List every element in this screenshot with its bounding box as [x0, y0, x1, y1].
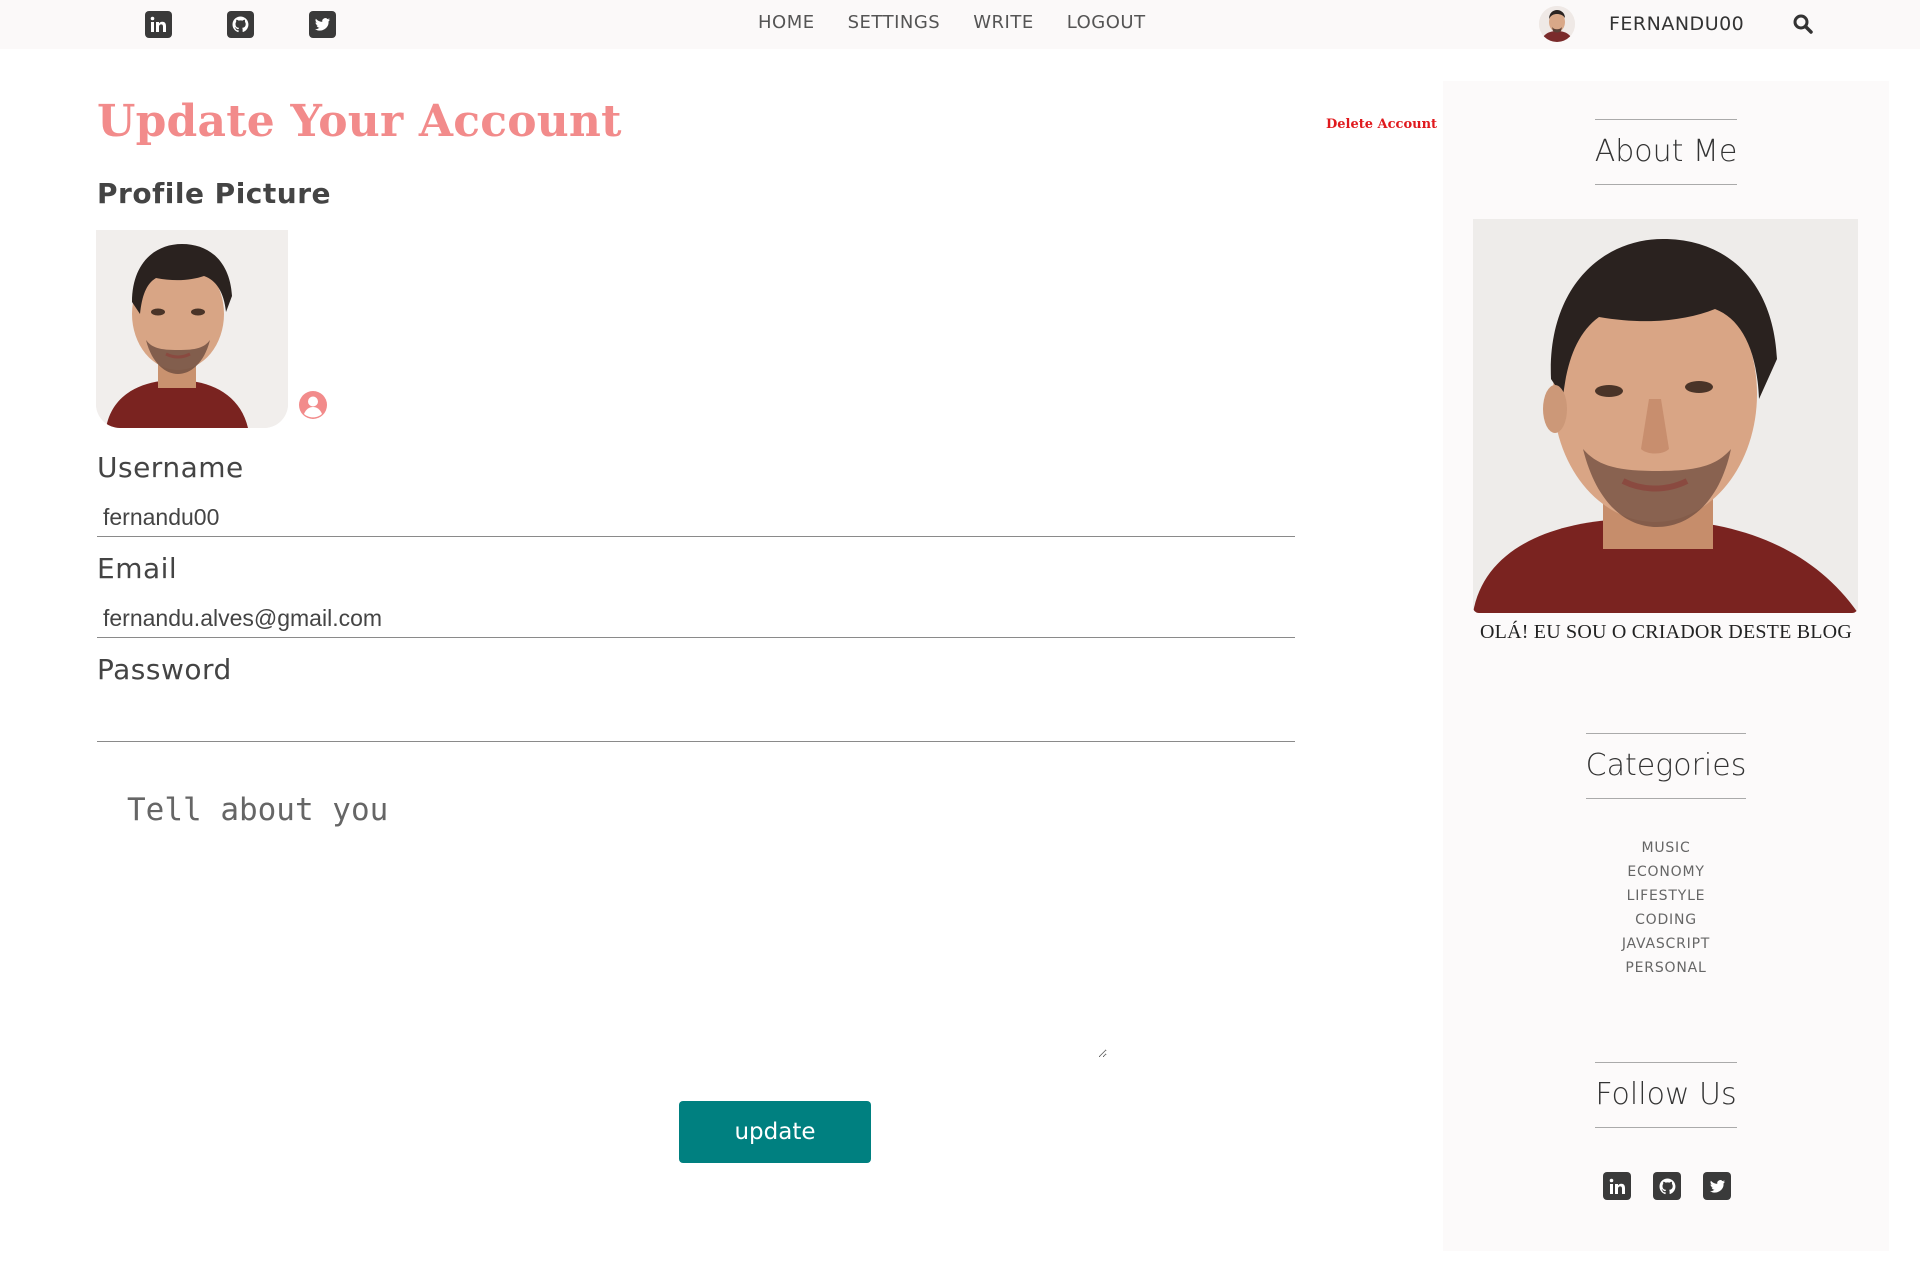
- nav-write-link[interactable]: WRITE: [973, 12, 1033, 33]
- page-title: Update Your Account: [97, 96, 622, 147]
- username-field[interactable]: [97, 499, 1295, 537]
- github-icon[interactable]: [227, 11, 254, 38]
- follow-us-heading: Follow Us: [1443, 1062, 1889, 1128]
- username-field-label: Username: [97, 451, 244, 484]
- category-item[interactable]: PERSONAL: [1443, 956, 1889, 980]
- twitter-icon[interactable]: [1703, 1172, 1731, 1200]
- category-item[interactable]: JAVASCRIPT: [1443, 932, 1889, 956]
- search-icon[interactable]: [1791, 12, 1815, 36]
- about-text: OLÁ! EU SOU O CRIADOR DESTE BLOG: [1480, 621, 1852, 643]
- delete-account-link[interactable]: Delete Account: [1326, 117, 1437, 132]
- sidebar-social-links: [1603, 1172, 1731, 1200]
- about-photo: [1473, 219, 1858, 613]
- top-bar: HOME SETTINGS WRITE LOGOUT FERNANDU00: [0, 0, 1920, 49]
- password-field-label: Password: [97, 653, 232, 686]
- profile-picture-label: Profile Picture: [97, 177, 332, 210]
- avatar[interactable]: [1539, 6, 1575, 42]
- password-field[interactable]: [97, 704, 1295, 742]
- bio-textarea[interactable]: [97, 768, 1107, 1058]
- category-item[interactable]: MUSIC: [1443, 836, 1889, 860]
- email-field-label: Email: [97, 552, 178, 585]
- about-me-heading: About Me: [1443, 119, 1889, 185]
- top-social-links: [145, 11, 336, 38]
- sidebar: About Me OLÁ! EU SOU O CRIADOR DESTE BLO…: [1443, 81, 1889, 1251]
- email-field[interactable]: [97, 600, 1295, 638]
- category-item[interactable]: LIFESTYLE: [1443, 884, 1889, 908]
- category-list: MUSIC ECONOMY LIFESTYLE CODING JAVASCRIP…: [1443, 836, 1889, 980]
- username-label[interactable]: FERNANDU00: [1609, 13, 1744, 35]
- nav-home-link[interactable]: HOME: [758, 12, 815, 33]
- main-nav: HOME SETTINGS WRITE LOGOUT: [758, 12, 1146, 33]
- nav-settings-link[interactable]: SETTINGS: [848, 12, 941, 33]
- linkedin-icon[interactable]: [145, 11, 172, 38]
- twitter-icon[interactable]: [309, 11, 336, 38]
- github-icon[interactable]: [1653, 1172, 1681, 1200]
- category-item[interactable]: CODING: [1443, 908, 1889, 932]
- linkedin-icon[interactable]: [1603, 1172, 1631, 1200]
- categories-heading: Categories: [1443, 733, 1889, 799]
- profile-picture: [96, 230, 288, 428]
- nav-logout-link[interactable]: LOGOUT: [1067, 12, 1146, 33]
- user-circle-icon[interactable]: [298, 390, 328, 420]
- category-item[interactable]: ECONOMY: [1443, 860, 1889, 884]
- user-menu[interactable]: FERNANDU00: [1539, 6, 1744, 42]
- update-button[interactable]: update: [679, 1101, 871, 1163]
